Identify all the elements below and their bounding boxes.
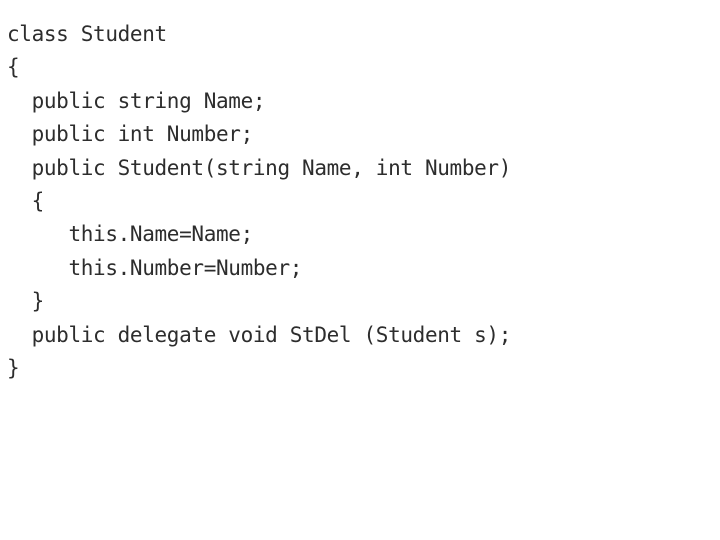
code-line: this.Number=Number;	[7, 255, 303, 280]
code-line: class Student	[7, 22, 167, 46]
code-line: this.Name=Name;	[7, 222, 253, 247]
slide-canvas: class Student { public string Name; publi…	[0, 0, 720, 540]
code-line: public delegate void StDel (Student s);	[7, 322, 512, 347]
code-line: public int Number;	[7, 122, 254, 147]
code-line: {	[7, 55, 20, 80]
code-line: {	[7, 188, 45, 213]
code-listing: class Student { public string Name; publi…	[7, 18, 713, 385]
code-line: public Student(string Name, int Number)	[7, 155, 512, 180]
code-line: }	[7, 355, 20, 380]
code-line: }	[7, 289, 45, 314]
code-line: public string Name;	[7, 88, 266, 113]
